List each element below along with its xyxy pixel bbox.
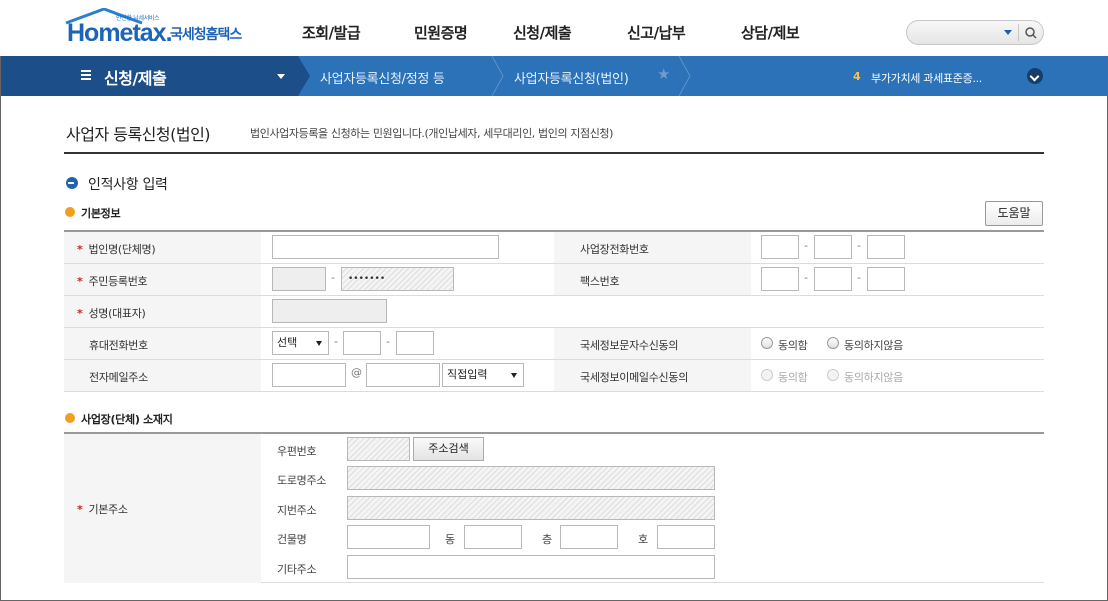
breadcrumb-separator-icon	[298, 56, 310, 96]
email-label: 전자메일주소	[89, 371, 148, 384]
chevron-down-icon[interactable]	[1004, 30, 1012, 35]
search-icon[interactable]	[1021, 24, 1041, 42]
sms-disagree-text: 동의하지않음	[844, 339, 903, 352]
email-agree-text: 동의함	[778, 371, 808, 384]
email-agree-label: 국세정보이메일수신동의	[580, 371, 689, 384]
menu-dropdown[interactable]: 신청/제출	[1, 56, 298, 96]
road-address-label: 도로명주소	[277, 474, 327, 487]
at-sign: @	[351, 366, 362, 379]
representative-input[interactable]	[272, 299, 387, 323]
zip-input[interactable]	[347, 437, 410, 461]
location-bar: 신청/제출 사업자등록신청/정정 등 사업자등록신청(법인) ★ 4 부가가치세…	[1, 56, 1107, 96]
dash: -	[331, 271, 335, 284]
email-domain-select[interactable]: 직접입력	[442, 363, 524, 387]
gnb-inquiry[interactable]: 조회/발급	[302, 22, 361, 43]
road-address-input[interactable]	[347, 466, 715, 490]
dash: -	[386, 335, 390, 348]
etc-address-input[interactable]	[347, 555, 715, 579]
breadcrumb-separator-icon	[678, 56, 691, 96]
notice-ticker[interactable]: 부가가치세 과세표준증...	[871, 70, 982, 86]
gnb-consult[interactable]: 상담/제보	[741, 22, 800, 43]
page-title: 사업자 등록신청(법인)	[66, 125, 211, 144]
fax-input-2[interactable]	[814, 267, 852, 291]
email-domain-input[interactable]	[366, 363, 440, 387]
sms-disagree-radio[interactable]	[827, 337, 839, 349]
gnb-report-payment[interactable]: 신고/납부	[627, 22, 686, 43]
corp-name-label: * 법인명(단체명)	[77, 243, 156, 256]
table-row	[64, 296, 1044, 328]
hometax-logo[interactable]: 안전한 납세서비스 Hometax. 국세청홈택스	[64, 8, 254, 50]
sms-agree-text: 동의함	[778, 339, 808, 352]
chevron-down-icon	[277, 74, 285, 79]
notice-number: 4	[853, 70, 861, 83]
mobile-prefix-select[interactable]: 선택	[272, 331, 329, 355]
subsection-title: 사업장(단체) 소재지	[81, 413, 173, 426]
email-agree-radio[interactable]	[761, 369, 773, 381]
biz-phone-input-2[interactable]	[814, 235, 852, 259]
help-button[interactable]: 도움말	[985, 201, 1043, 226]
corp-name-input[interactable]	[272, 235, 499, 259]
floor-input[interactable]	[560, 525, 618, 549]
floor-label: 층	[542, 533, 552, 546]
building-label: 건물명	[277, 533, 307, 546]
chevron-down-icon[interactable]	[1027, 68, 1043, 84]
mobile-label: 휴대전화번호	[89, 339, 148, 352]
building-input[interactable]	[347, 525, 430, 549]
sms-agree-radio[interactable]	[761, 337, 773, 349]
breadcrumb-item-2[interactable]: 사업자등록신청(법인)	[514, 68, 629, 87]
dash: -	[804, 271, 808, 284]
ho-input[interactable]	[657, 525, 715, 549]
bullet-icon	[65, 207, 75, 217]
breadcrumb-separator-icon	[491, 56, 504, 96]
dash: -	[804, 239, 808, 252]
mobile-input-3[interactable]	[396, 331, 434, 355]
bullet-icon	[65, 413, 75, 423]
fax-input-1[interactable]	[761, 267, 799, 291]
logo-wordmark: Hometax.	[67, 19, 173, 47]
page-description: 법인사업자등록을 신청하는 민원입니다.(개인납세자, 세무대리인, 법인의 지…	[250, 127, 614, 140]
biz-phone-input-3[interactable]	[867, 235, 905, 259]
title-divider	[64, 152, 1044, 154]
resident-no-label: * 주민등록번호	[77, 275, 148, 288]
current-menu-title: 신청/제출	[104, 69, 167, 88]
representative-label: * 성명(대표자)	[77, 307, 146, 320]
biz-phone-input-1[interactable]	[761, 235, 799, 259]
fax-input-3[interactable]	[867, 267, 905, 291]
email-disagree-text: 동의하지않음	[844, 371, 903, 384]
fax-label: 팩스번호	[580, 275, 620, 288]
hamburger-icon	[81, 70, 91, 81]
breadcrumb-item-1[interactable]: 사업자등록신청/정정 등	[320, 68, 445, 87]
arrow-right-icon	[66, 177, 78, 189]
dong-input[interactable]	[464, 525, 522, 549]
dash: -	[334, 335, 338, 348]
resident-no-back-input[interactable]: •••••••	[341, 267, 454, 291]
gnb-application[interactable]: 신청/제출	[513, 22, 572, 43]
logo-korean: 국세청홈택스	[170, 27, 242, 43]
top-header: 안전한 납세서비스 Hometax. 국세청홈택스 조회/발급 민원증명 신청/…	[0, 0, 1108, 56]
search-divider	[1018, 24, 1019, 41]
email-disagree-radio[interactable]	[827, 369, 839, 381]
ho-label: 호	[638, 533, 648, 546]
etc-address-label: 기타주소	[277, 563, 317, 576]
biz-phone-label: 사업장전화번호	[580, 243, 649, 256]
resident-no-front-input[interactable]	[272, 267, 326, 291]
email-id-input[interactable]	[272, 363, 346, 387]
sms-agree-label: 국세정보문자수신동의	[580, 339, 679, 352]
search-box[interactable]	[906, 20, 1044, 45]
mobile-input-2[interactable]	[343, 331, 381, 355]
address-search-button[interactable]: 주소검색	[413, 437, 484, 461]
jibun-address-input[interactable]	[347, 496, 715, 520]
section-title: 인적사항 입력	[88, 177, 168, 193]
dash: -	[857, 239, 861, 252]
jibun-address-label: 지번주소	[277, 504, 317, 517]
subsection-title: 기본정보	[81, 207, 121, 220]
zip-label: 우편번호	[277, 445, 317, 458]
basic-address-label: * 기본주소	[77, 503, 128, 516]
dong-label: 동	[445, 533, 455, 546]
star-icon[interactable]: ★	[657, 65, 670, 83]
gnb-certificates[interactable]: 민원증명	[414, 22, 468, 43]
dash: -	[857, 271, 861, 284]
